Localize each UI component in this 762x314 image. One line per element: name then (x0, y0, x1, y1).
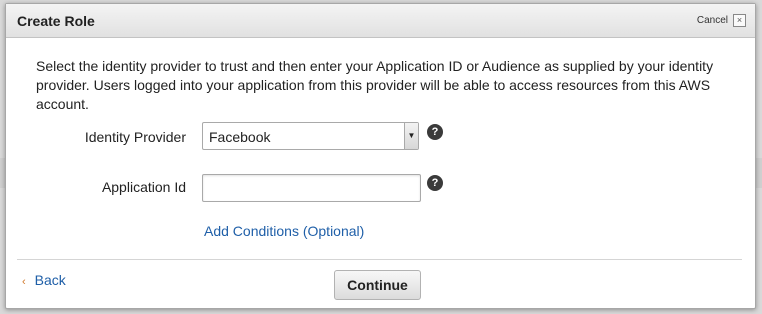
back-chevron-icon: ‹ (22, 276, 26, 288)
dialog-titlebar: Create Role Cancel × (6, 4, 755, 38)
close-icon[interactable]: × (733, 14, 746, 27)
footer-divider (17, 259, 742, 260)
identity-provider-select[interactable]: Facebook ▼ (202, 122, 419, 150)
dialog-description: Select the identity provider to trust an… (36, 58, 714, 112)
application-id-help-icon[interactable]: ? (427, 175, 443, 191)
cancel-link[interactable]: Cancel (697, 15, 728, 26)
application-id-label: Application Id (101, 179, 186, 195)
create-role-dialog: Create Role Cancel × Select the identity… (5, 3, 756, 309)
application-id-input[interactable] (202, 174, 421, 202)
dialog-title: Create Role (17, 13, 95, 29)
back-label: Back (34, 272, 66, 288)
identity-provider-label: Identity Provider (84, 129, 186, 145)
continue-button[interactable]: Continue (334, 270, 421, 300)
add-conditions-link[interactable]: Add Conditions (Optional) (204, 223, 364, 239)
identity-provider-selected: Facebook (209, 129, 271, 145)
back-link[interactable]: ‹ Back (22, 272, 66, 288)
chevron-down-icon: ▼ (404, 123, 418, 149)
identity-provider-help-icon[interactable]: ? (427, 124, 443, 140)
